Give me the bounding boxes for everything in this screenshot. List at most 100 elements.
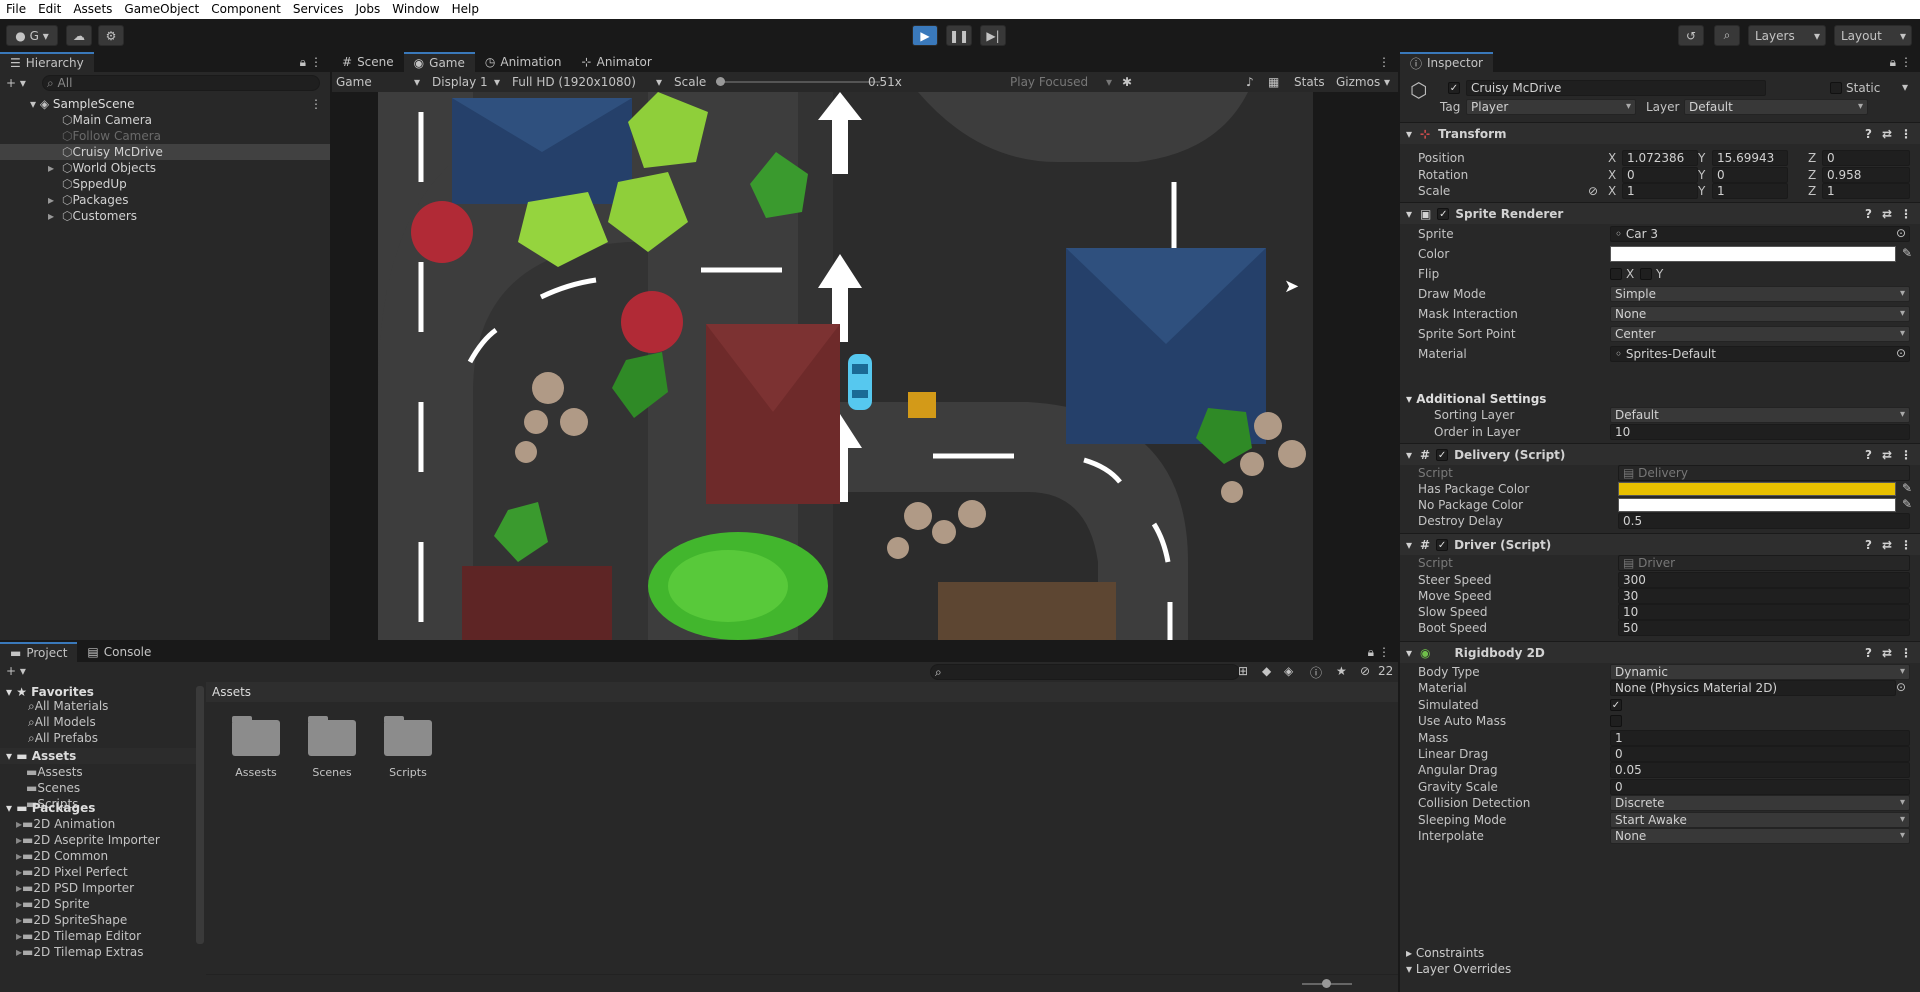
resolution-dropdown[interactable]: Full HD (1920x1080) <box>512 75 636 89</box>
favorite-item[interactable]: ⌕ All Prefabs <box>0 730 196 746</box>
asset-grid-item[interactable]: Scenes <box>302 712 362 782</box>
pause-button[interactable]: ❚❚ <box>946 25 972 46</box>
packages-header[interactable]: ▾ ▬ Packages <box>0 800 196 816</box>
chevron-down-icon[interactable]: ▾ <box>1902 80 1908 94</box>
preset-icon[interactable]: ⇄ <box>1882 127 1892 141</box>
assets-header[interactable]: ▾ ▬ Assets <box>0 748 196 764</box>
filter-label-icon[interactable]: ◆ <box>1262 664 1271 678</box>
preset-icon[interactable]: ⇄ <box>1882 448 1892 462</box>
object-name-input[interactable]: Cruisy McDrive <box>1466 80 1766 96</box>
menu-gameobject[interactable]: GameObject <box>118 0 205 19</box>
tab-inspector[interactable]: ⓘ Inspector <box>1400 52 1493 72</box>
help-icon[interactable]: ? <box>1865 127 1872 141</box>
position-y-input[interactable]: 15.69943 <box>1712 150 1788 166</box>
body-type-dropdown[interactable]: Dynamic <box>1610 664 1910 680</box>
package-item[interactable]: ▸ ▬ 2D Sprite <box>0 896 196 912</box>
game-viewport[interactable] <box>378 92 1313 640</box>
constraints-foldout[interactable]: ▸ Constraints <box>1406 946 1484 960</box>
linear-drag-input[interactable]: 0 <box>1610 746 1910 762</box>
sleeping-mode-dropdown[interactable]: Start Awake <box>1610 811 1910 828</box>
delivery-header[interactable]: ▾ # ✓ Delivery (Script) ? ⇄ ⋮ <box>1400 443 1920 465</box>
hierarchy-item[interactable]: ⬡ Follow Camera <box>0 128 330 144</box>
package-item[interactable]: ▸ ▬ 2D PSD Importer <box>0 880 196 896</box>
tab-animation[interactable]: ◷ Animation <box>475 52 572 72</box>
material-input[interactable]: None (Physics Material 2D) <box>1610 680 1896 697</box>
static-checkbox[interactable] <box>1830 82 1842 94</box>
collab-button[interactable]: ⚙ <box>98 25 124 46</box>
preset-icon[interactable]: ⇄ <box>1882 207 1892 221</box>
more-icon[interactable]: ⋮ <box>1900 448 1912 462</box>
account-button[interactable]: ● G ▾ <box>6 25 58 46</box>
gravity-scale-input[interactable]: 0 <box>1610 778 1910 795</box>
no-package-color-swatch[interactable] <box>1618 498 1896 512</box>
draw-mode-dropdown[interactable]: Simple <box>1610 286 1910 302</box>
sorting-layer-dropdown[interactable]: Default <box>1610 407 1910 423</box>
more-icon[interactable]: ⋮ <box>310 55 322 69</box>
help-icon[interactable]: ? <box>1865 646 1872 660</box>
scene-row[interactable]: ▾ ◈ SampleScene ⋮ <box>0 96 330 112</box>
package-item[interactable]: ▸ ▬ 2D Tilemap Extras <box>0 944 196 960</box>
history-button[interactable]: ↺ <box>1678 25 1704 46</box>
tag-dropdown[interactable]: Player <box>1466 99 1636 115</box>
help-icon[interactable]: ? <box>1865 207 1872 221</box>
object-picker-icon[interactable]: ⊙ <box>1896 226 1906 240</box>
package-item[interactable]: ▸ ▬ 2D Common <box>0 848 196 864</box>
angular-drag-input[interactable]: 0.05 <box>1610 762 1910 779</box>
flip-x-checkbox[interactable] <box>1610 268 1622 280</box>
scale-slider[interactable] <box>716 77 880 86</box>
tab-game[interactable]: ◉ Game <box>403 52 475 72</box>
favorite-item[interactable]: ⌕ All Models <box>0 714 196 730</box>
display-dropdown[interactable]: Display 1 <box>432 75 488 89</box>
preset-icon[interactable]: ⇄ <box>1882 646 1892 660</box>
scale-slider-handle[interactable] <box>716 77 725 86</box>
menu-services[interactable]: Services <box>287 0 350 19</box>
material-object-field[interactable]: ◦ Sprites-Default <box>1610 346 1910 362</box>
eyedropper-icon[interactable]: ✎ <box>1902 481 1912 495</box>
boot-speed-input[interactable]: 50 <box>1618 620 1910 636</box>
layers-dropdown[interactable]: Layers ▾ <box>1748 25 1826 46</box>
use-auto-mass-checkbox[interactable] <box>1610 715 1622 728</box>
lock-icon[interactable]: 🔒︎ <box>1368 645 1374 660</box>
sprite-object-field[interactable]: ◦ Car 3 <box>1610 226 1910 242</box>
package-item[interactable]: ▸ ▬ 2D Aseprite Importer <box>0 832 196 848</box>
star-icon[interactable]: ★ <box>1336 664 1347 678</box>
menu-jobs[interactable]: Jobs <box>350 0 387 19</box>
destroy-delay-input[interactable]: 0.5 <box>1618 513 1910 529</box>
tab-hierarchy[interactable]: ☰ Hierarchy <box>0 52 94 72</box>
hierarchy-item[interactable]: ▸ ⬡ World Objects <box>0 160 330 176</box>
breadcrumb-assets[interactable]: Assets <box>212 685 251 699</box>
more-icon[interactable]: ⋮ <box>1900 127 1912 141</box>
help-icon[interactable]: ? <box>1865 538 1872 552</box>
gizmos-button[interactable]: Gizmos <box>1336 75 1380 89</box>
asset-grid-item[interactable]: Assests <box>226 712 286 782</box>
color-swatch[interactable] <box>1610 246 1896 262</box>
icon-size-slider[interactable] <box>1302 979 1352 988</box>
position-z-input[interactable]: 0 <box>1822 150 1910 166</box>
package-item[interactable]: ▸ ▬ 2D Tilemap Editor <box>0 928 196 944</box>
play-focused-dropdown[interactable]: Play Focused <box>1010 75 1088 89</box>
component-enabled-checkbox[interactable]: ✓ <box>1436 448 1449 461</box>
order-in-layer-input[interactable]: 10 <box>1610 424 1910 440</box>
lock-icon[interactable]: 🔒︎ <box>1890 55 1896 70</box>
slow-speed-input[interactable]: 10 <box>1618 604 1910 620</box>
more-icon[interactable]: ⋮ <box>310 97 322 111</box>
play-button[interactable]: ▶ <box>912 25 938 46</box>
tag-icon[interactable]: ◈ <box>1284 664 1293 678</box>
sprite-renderer-header[interactable]: ▾ ▣ ✓ Sprite Renderer ? ⇄ ⋮ <box>1400 202 1920 224</box>
driver-header[interactable]: ▾ # ✓ Driver (Script) ? ⇄ ⋮ <box>1400 533 1920 555</box>
collision-detection-dropdown[interactable]: Discrete <box>1610 795 1910 812</box>
hierarchy-item[interactable]: ▸ ⬡ Customers <box>0 208 330 224</box>
scale-y-input[interactable]: 1 <box>1712 183 1788 199</box>
mask-interaction-dropdown[interactable]: None <box>1610 306 1910 322</box>
has-package-color-swatch[interactable] <box>1618 482 1896 496</box>
game-mode-dropdown[interactable]: Game <box>336 75 372 89</box>
object-picker-icon[interactable]: ⊙ <box>1896 680 1906 694</box>
eyedropper-icon[interactable]: ✎ <box>1902 497 1912 511</box>
steer-speed-input[interactable]: 300 <box>1618 572 1910 588</box>
filter-type-icon[interactable]: ⊞ <box>1238 664 1248 678</box>
rotation-y-input[interactable]: 0 <box>1712 167 1788 183</box>
layer-overrides-foldout[interactable]: ▾ Layer Overrides <box>1406 962 1511 976</box>
tab-console[interactable]: ▤ Console <box>77 642 161 662</box>
asset-grid-item[interactable]: Scripts <box>378 712 438 782</box>
lock-icon[interactable]: 🔒︎ <box>300 55 306 70</box>
